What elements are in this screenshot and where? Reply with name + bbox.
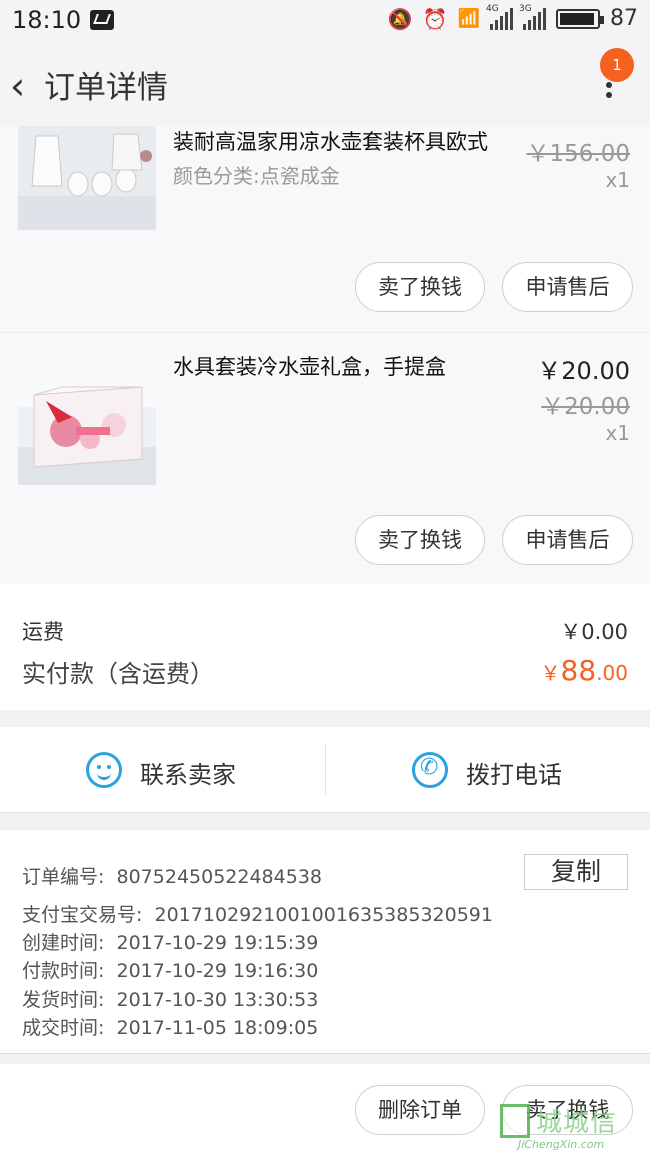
chat-smile-icon	[86, 752, 122, 788]
paid-amount: ￥88.00	[540, 654, 628, 687]
copy-button[interactable]: 复制	[524, 854, 628, 890]
product-sku: 颜色分类:点瓷成金	[173, 164, 340, 188]
product-name[interactable]: 装耐高温家用凉水壶套装杯具欧式	[173, 126, 488, 156]
status-time: 18:10	[12, 6, 82, 34]
quantity: x1	[605, 421, 630, 445]
contact-seller-button[interactable]: 联系卖家	[0, 727, 325, 813]
status-bar: 18:10 🔕 ⏰ 📶 4G 3G 87	[0, 0, 650, 42]
product-image-teaset[interactable]	[18, 126, 156, 230]
nav-bar: ‹ 订单详情 1	[0, 42, 650, 126]
alipay-number: 2017102921001001635385320591	[154, 904, 493, 926]
original-price: ￥156.00	[526, 141, 630, 167]
phone-icon	[412, 752, 448, 788]
contact-seller-label: 联系卖家	[140, 761, 236, 789]
quantity: x1	[605, 168, 630, 192]
paid-amount-label: 实付款（含运费）	[22, 660, 214, 688]
call-phone-button[interactable]: 拨打电话	[326, 727, 650, 813]
shipping-value: ￥0.00	[560, 620, 628, 644]
product-name[interactable]: 水具套装冷水壶礼盒，手提盒	[173, 351, 446, 381]
back-button[interactable]: ‹	[10, 64, 25, 108]
order-number-row: 订单编号: 80752450522484538	[22, 866, 323, 888]
original-price: ￥20.00	[541, 394, 630, 420]
product-image-giftbox[interactable]	[18, 347, 156, 485]
shipped-row: 发货时间: 2017-10-30 13:30:53	[22, 989, 319, 1011]
delete-order-button[interactable]: 删除订单	[355, 1085, 485, 1135]
fee-summary: 运费 ￥0.00 实付款（含运费） ￥88.00	[0, 584, 650, 710]
battery-level: 87	[610, 6, 638, 31]
notification-icon	[90, 10, 114, 30]
mute-icon: 🔕	[387, 6, 413, 31]
paid-row: 付款时间: 2017-10-29 19:16:30	[22, 960, 319, 982]
page-title: 订单详情	[44, 70, 168, 106]
after-sales-button[interactable]: 申请售后	[502, 515, 633, 565]
signal-3g-icon: 3G	[519, 4, 546, 30]
created-row: 创建时间: 2017-10-29 19:15:39	[22, 932, 319, 954]
order-item: 水具套装冷水壶礼盒，手提盒 ￥20.00 ￥20.00 x1 卖了换钱 申请售后	[0, 332, 650, 584]
completed-row: 成交时间: 2017-11-05 18:09:05	[22, 1017, 319, 1039]
status-icons: 🔕 ⏰ 📶 4G 3G 87	[387, 4, 638, 32]
watermark-logo: 城城信 JiChengXin.com	[500, 1102, 640, 1152]
sell-for-cash-button[interactable]: 卖了换钱	[355, 262, 485, 312]
signal-4g-icon: 4G	[486, 4, 513, 30]
alarm-icon: ⏰	[422, 6, 448, 31]
wifi-icon: 📶	[457, 8, 480, 29]
alipay-row: 支付宝交易号: 2017102921001001635385320591	[22, 904, 493, 926]
after-sales-button[interactable]: 申请售后	[502, 262, 633, 312]
call-phone-label: 拨打电话	[466, 761, 562, 789]
battery-icon	[556, 8, 604, 29]
order-info: 订单编号: 80752450522484538 复制 支付宝交易号: 20171…	[0, 830, 650, 1054]
product-price: ￥20.00	[537, 357, 630, 385]
sell-for-cash-button[interactable]: 卖了换钱	[355, 515, 485, 565]
shipping-label: 运费	[22, 620, 64, 644]
notification-badge: 1	[600, 48, 634, 82]
order-item: 装耐高温家用凉水壶套装杯具欧式 颜色分类:点瓷成金 ￥156.00 x1 卖了换…	[0, 126, 650, 332]
contact-bar: 联系卖家 拨打电话	[0, 727, 650, 813]
order-number: 80752450522484538	[116, 866, 323, 888]
watermark-icon	[500, 1104, 530, 1138]
